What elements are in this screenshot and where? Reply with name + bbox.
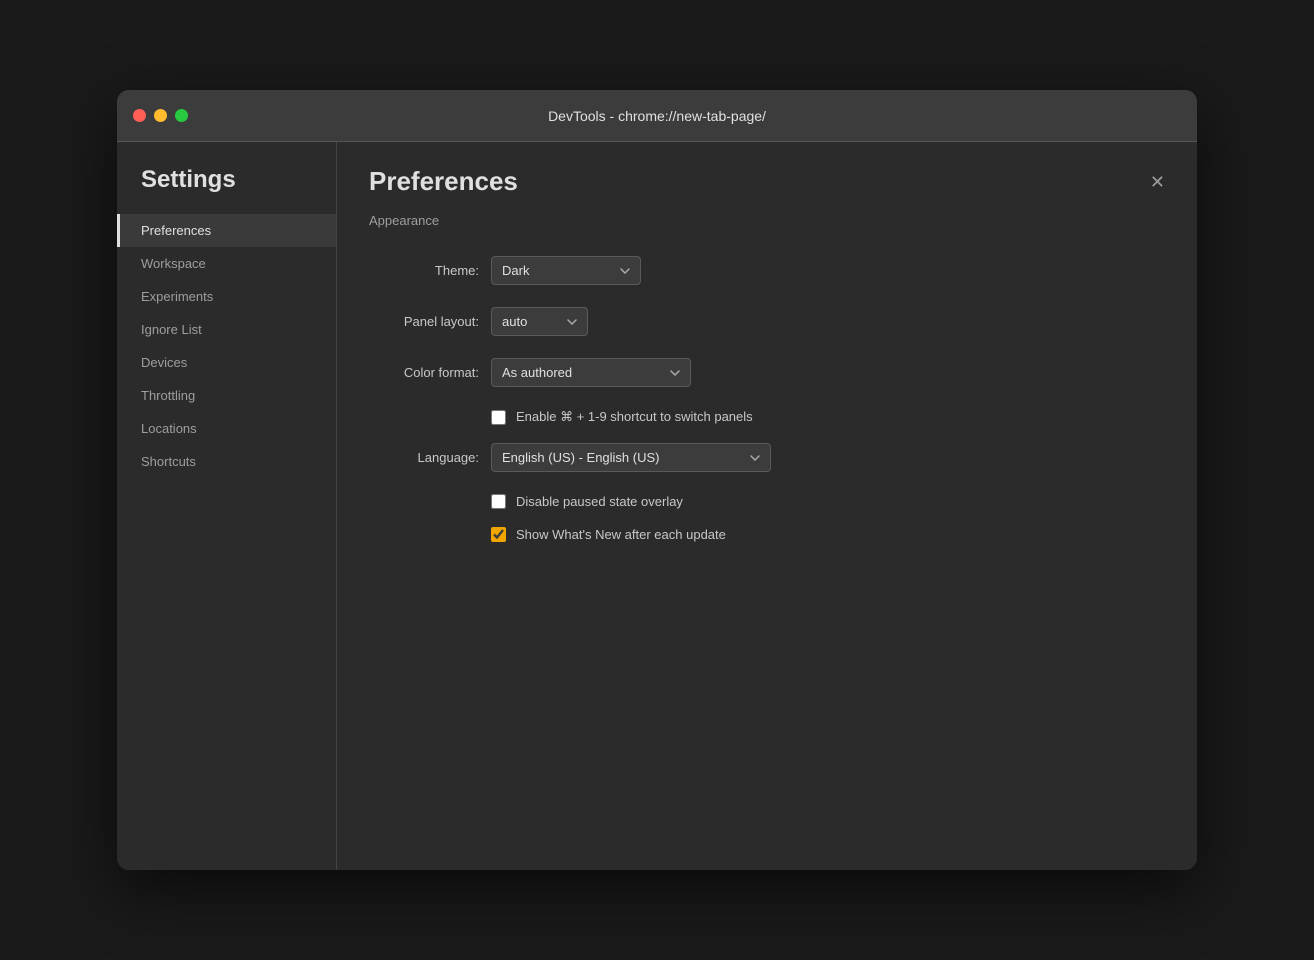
- whats-new-checkbox-row: Show What's New after each update: [491, 527, 1165, 542]
- maximize-traffic-light[interactable]: [175, 109, 188, 122]
- sidebar-item-throttling[interactable]: Throttling: [117, 379, 336, 412]
- theme-select[interactable]: Dark Light System preference: [491, 256, 641, 285]
- panel-layout-select[interactable]: auto horizontal vertical: [491, 307, 588, 336]
- sidebar: Settings Preferences Workspace Experimen…: [117, 142, 337, 870]
- sidebar-item-devices[interactable]: Devices: [117, 346, 336, 379]
- close-button[interactable]: ✕: [1150, 173, 1165, 191]
- language-label: Language:: [369, 450, 479, 465]
- language-row: Language: English (US) - English (US) Sy…: [369, 443, 1165, 472]
- color-format-select[interactable]: As authored HEX RGB HSL: [491, 358, 691, 387]
- minimize-traffic-light[interactable]: [154, 109, 167, 122]
- paused-checkbox-label: Disable paused state overlay: [516, 494, 683, 509]
- whats-new-checkbox[interactable]: [491, 527, 506, 542]
- theme-label: Theme:: [369, 263, 479, 278]
- sidebar-item-shortcuts[interactable]: Shortcuts: [117, 445, 336, 478]
- panel-title: Preferences: [369, 166, 518, 197]
- panel-layout-row: Panel layout: auto horizontal vertical: [369, 307, 1165, 336]
- shortcut-checkbox-row: Enable ⌘ + 1-9 shortcut to switch panels: [491, 409, 1165, 425]
- appearance-section-heading: Appearance: [369, 213, 1165, 236]
- main-panel: Preferences ✕ Appearance Theme: Dark Lig…: [337, 142, 1197, 870]
- sidebar-item-preferences[interactable]: Preferences: [117, 214, 336, 247]
- shortcut-checkbox[interactable]: [491, 410, 506, 425]
- paused-checkbox-row: Disable paused state overlay: [491, 494, 1165, 509]
- color-format-label: Color format:: [369, 365, 479, 380]
- panel-header: Preferences ✕: [337, 142, 1197, 213]
- devtools-window: DevTools - chrome://new-tab-page/ Settin…: [117, 90, 1197, 870]
- panel-layout-label: Panel layout:: [369, 314, 479, 329]
- sidebar-item-experiments[interactable]: Experiments: [117, 280, 336, 313]
- traffic-lights: [133, 109, 188, 122]
- close-traffic-light[interactable]: [133, 109, 146, 122]
- sidebar-item-workspace[interactable]: Workspace: [117, 247, 336, 280]
- whats-new-checkbox-label: Show What's New after each update: [516, 527, 726, 542]
- language-select[interactable]: English (US) - English (US) System prefe…: [491, 443, 771, 472]
- settings-heading: Settings: [117, 166, 336, 214]
- color-format-row: Color format: As authored HEX RGB HSL: [369, 358, 1165, 387]
- titlebar: DevTools - chrome://new-tab-page/: [117, 90, 1197, 142]
- panel-scroll-area: Appearance Theme: Dark Light System pref…: [337, 213, 1197, 870]
- main-content: Settings Preferences Workspace Experimen…: [117, 142, 1197, 870]
- paused-checkbox[interactable]: [491, 494, 506, 509]
- theme-row: Theme: Dark Light System preference: [369, 256, 1165, 285]
- titlebar-title: DevTools - chrome://new-tab-page/: [548, 108, 766, 124]
- sidebar-item-ignore-list[interactable]: Ignore List: [117, 313, 336, 346]
- sidebar-item-locations[interactable]: Locations: [117, 412, 336, 445]
- shortcut-checkbox-label: Enable ⌘ + 1-9 shortcut to switch panels: [516, 409, 753, 425]
